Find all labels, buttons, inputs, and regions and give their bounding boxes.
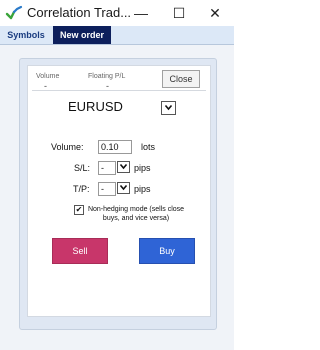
tp-select[interactable]: - (98, 182, 116, 196)
chevron-down-icon (165, 104, 172, 111)
volume-unit: lots (141, 142, 156, 152)
close-position-button[interactable]: Close (162, 70, 200, 88)
non-hedging-checkbox[interactable]: ✔ (74, 205, 84, 215)
tp-unit: pips (134, 184, 151, 194)
title-bar: Correlation Trad... — ☐ ✕ (0, 0, 234, 26)
order-panel: Volume - Floating P/L - Close EURUSD Vol… (19, 58, 217, 330)
order-form: Volume - Floating P/L - Close EURUSD Vol… (27, 65, 211, 317)
sl-unit: pips (134, 163, 151, 173)
volume-label: Volume: (51, 142, 84, 152)
divider (32, 90, 206, 91)
non-hedging-label: Non-hedging mode (sells close buys, and … (87, 206, 185, 222)
floating-pl-label: Floating P/L (88, 73, 126, 80)
checkmark-icon: ✔ (75, 205, 83, 214)
sl-select[interactable]: - (98, 161, 116, 175)
sl-label: S/L: (74, 163, 91, 173)
chevron-down-icon (120, 163, 127, 170)
tab-new-order[interactable]: New order (53, 26, 111, 44)
tab-bar: Symbols New order (0, 26, 234, 45)
symbol-select-value[interactable]: EURUSD (68, 99, 123, 114)
maximize-button[interactable]: ☐ (164, 3, 194, 23)
check-chart-icon (5, 5, 23, 20)
volume-input[interactable]: 0.10 (98, 140, 132, 154)
symbol-dropdown[interactable] (161, 101, 176, 115)
minimize-button[interactable]: — (126, 3, 156, 23)
close-window-button[interactable]: ✕ (200, 3, 230, 23)
tp-label: T/P: (73, 184, 90, 194)
tab-symbols[interactable]: Symbols (0, 26, 52, 44)
window-title: Correlation Trad... (27, 5, 132, 20)
chevron-down-icon (120, 184, 127, 191)
sl-dropdown[interactable] (117, 161, 130, 173)
volume-stat-label: Volume (36, 73, 60, 80)
content-area: Volume - Floating P/L - Close EURUSD Vol… (0, 45, 234, 350)
sell-button[interactable]: Sell (52, 238, 108, 264)
tp-dropdown[interactable] (117, 182, 130, 194)
buy-button[interactable]: Buy (139, 238, 195, 264)
